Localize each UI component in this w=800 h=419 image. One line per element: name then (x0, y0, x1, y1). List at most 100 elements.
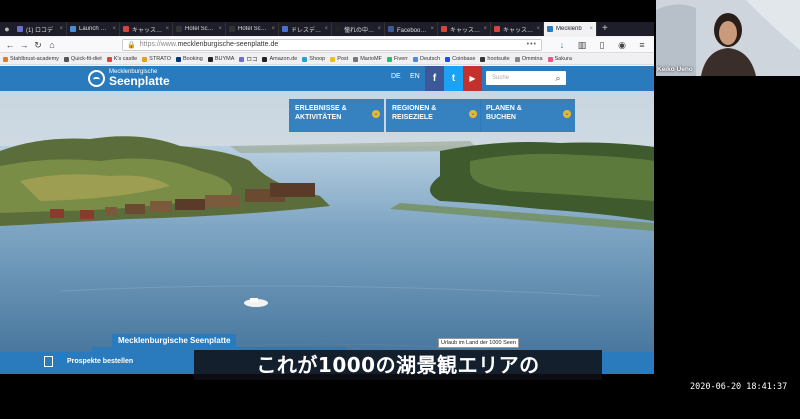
browser-tab[interactable]: ドレスデンか× (279, 22, 332, 36)
close-tab-icon[interactable]: × (271, 26, 275, 32)
navigation-bar: ← → ↻ ⌂ 🔒 https://www. mecklenburgische-… (0, 37, 654, 53)
download-icon[interactable]: ↓ (556, 39, 568, 51)
chevron-down-icon: ⌄ (563, 110, 571, 118)
close-tab-icon[interactable]: × (483, 26, 487, 32)
bookmark-item[interactable]: hootsuite (480, 56, 510, 62)
bookmark-favicon-icon (3, 56, 8, 62)
bookmark-item[interactable]: Sakura (547, 56, 572, 62)
bookmark-item[interactable]: Amazon.de (262, 56, 297, 62)
bookmark-label: Stahlbrust-academy (10, 56, 59, 62)
bookmark-item[interactable]: Post (330, 56, 348, 62)
bookmark-label: Quick-fit-diet (70, 56, 102, 62)
bookmark-favicon-icon (207, 56, 213, 62)
lang-en-link[interactable]: EN (410, 73, 420, 80)
menu-planen-line2: BUCHEN (486, 114, 516, 121)
close-tab-icon[interactable]: × (377, 26, 381, 32)
back-icon[interactable]: ← (4, 39, 16, 51)
menu-regionen-line1: REGIONEN & (392, 105, 437, 112)
bookmark-favicon-icon (142, 56, 148, 62)
bookmark-item[interactable]: Shoop (302, 56, 325, 62)
site-header: Mecklenburgische Seenplatte DE EN f t ▶ … (0, 66, 654, 91)
bookmark-favicon-icon (514, 56, 520, 62)
bookmark-item[interactable]: Deutsch (412, 56, 440, 62)
bookmark-item[interactable]: K's castle (106, 56, 137, 62)
close-tab-icon[interactable]: × (324, 26, 328, 32)
menu-regionen-line2: REISEZIELE (392, 114, 433, 121)
browser-tab[interactable]: (1) ロコデ × (14, 22, 67, 36)
bookmark-item[interactable]: BUYMA (207, 56, 235, 62)
logo-icon (88, 69, 105, 87)
reload-icon[interactable]: ↻ (32, 39, 44, 51)
browser-tab[interactable]: キャッスルボ× (438, 22, 491, 36)
search-placeholder: Suche (492, 75, 510, 81)
chevron-down-icon: ⌄ (372, 110, 380, 118)
browser-tab[interactable]: キャッスルボ× (120, 22, 173, 36)
tab-favicon-icon (70, 26, 76, 32)
address-bar[interactable]: 🔒 https://www. mecklenburgische-seenplat… (122, 38, 542, 51)
close-tab-icon[interactable]: × (589, 26, 593, 32)
browser-tab[interactable]: キャッスルボ× (491, 22, 544, 36)
account-icon[interactable]: ◉ (616, 39, 628, 51)
menu-planen[interactable]: PLANEN & BUCHEN ⌄ (480, 99, 575, 132)
browser-tab[interactable]: Hotel Schlos × (173, 22, 226, 36)
page-actions-icon[interactable]: ••• (527, 41, 537, 48)
tab-favicon-icon (17, 26, 23, 32)
hero-subtitle: Mecklenburgische Seenplatte (112, 334, 237, 347)
menu-icon[interactable]: ≡ (636, 39, 648, 51)
bookmark-item[interactable]: Coinbase (445, 56, 475, 62)
lock-icon: 🔒 (127, 41, 136, 49)
close-tab-icon[interactable]: × (218, 26, 222, 32)
browser-tab[interactable]: Mecklenb × (544, 22, 597, 36)
bookmark-item[interactable]: MarioMF (353, 56, 382, 62)
sidebar-icon[interactable]: ▯ (596, 39, 608, 51)
bookmark-item[interactable]: Quick-fit-diet (63, 56, 102, 62)
close-tab-icon[interactable]: × (430, 26, 434, 32)
browser-tab[interactable]: Launch Mee × (67, 22, 120, 36)
url-prefix: https://www. (139, 41, 178, 48)
bookmark-favicon-icon (302, 56, 308, 62)
webcam-person-image (656, 0, 800, 76)
close-tab-icon[interactable]: × (59, 26, 63, 32)
bookmark-favicon-icon (353, 56, 359, 62)
browser-tab[interactable]: 憧れの中世お× (332, 22, 385, 36)
close-tab-icon[interactable]: × (165, 26, 169, 32)
tab-label: ドレスデンか (291, 27, 322, 34)
new-tab-button[interactable]: + (597, 22, 613, 36)
youtube-icon[interactable]: ▶ (463, 66, 482, 91)
forward-icon[interactable]: → (18, 39, 30, 51)
twitter-icon[interactable]: t (444, 66, 463, 91)
bookmark-item[interactable]: Fiverr (386, 56, 408, 62)
logo-big-text: Seenplatte (109, 74, 170, 88)
home-icon[interactable]: ⌂ (46, 39, 58, 51)
menu-planen-line1: PLANEN & (486, 105, 522, 112)
url-domain: mecklenburgische-seenplatte.de (177, 41, 279, 48)
bookmark-item[interactable]: STRATO (142, 56, 171, 62)
menu-regionen[interactable]: REGIONEN & REISEZIELE ⌄ (386, 99, 481, 132)
bookmark-item[interactable]: Booking (175, 56, 203, 62)
search-icon[interactable]: ⌕ (552, 72, 564, 84)
bookmark-item[interactable]: Ommina (514, 56, 543, 62)
order-brochures-link[interactable]: Prospekte bestellen (44, 356, 133, 367)
browser-tab[interactable]: Hotel Schlos × (226, 22, 279, 36)
bookmark-label: MarioMF (360, 56, 382, 62)
tab-favicon-icon (547, 26, 553, 32)
search-input[interactable]: Suche ⌕ (486, 71, 566, 85)
close-tab-icon[interactable]: × (536, 26, 540, 32)
site-logo[interactable]: Mecklenburgische Seenplatte (88, 69, 170, 87)
facebook-icon[interactable]: f (425, 66, 444, 91)
tab-favicon-icon (123, 26, 129, 32)
tab-label: Launch Mee (79, 26, 111, 32)
lang-de-link[interactable]: DE (391, 73, 401, 80)
library-icon[interactable]: ▥ (576, 39, 588, 51)
tab-label: Hotel Schlos (185, 26, 217, 32)
browser-tab[interactable]: Facebook で S× (385, 22, 438, 36)
bookmark-label: Shoop (309, 56, 326, 62)
tab-label: Facebook で S (397, 27, 428, 34)
bookmark-item[interactable]: Stahlbrust-academy (3, 56, 59, 62)
bookmark-label: BUYMA (214, 56, 235, 62)
close-tab-icon[interactable]: × (112, 26, 116, 32)
bookmark-item[interactable]: ロコ (239, 55, 257, 63)
menu-erlebnisse-line1: ERLEBNISSE & (295, 105, 347, 112)
menu-erlebnisse[interactable]: ERLEBNISSE & AKTIVITÄTEN ⌄ (289, 99, 384, 132)
window-controls-icon[interactable]: ● (0, 22, 14, 36)
